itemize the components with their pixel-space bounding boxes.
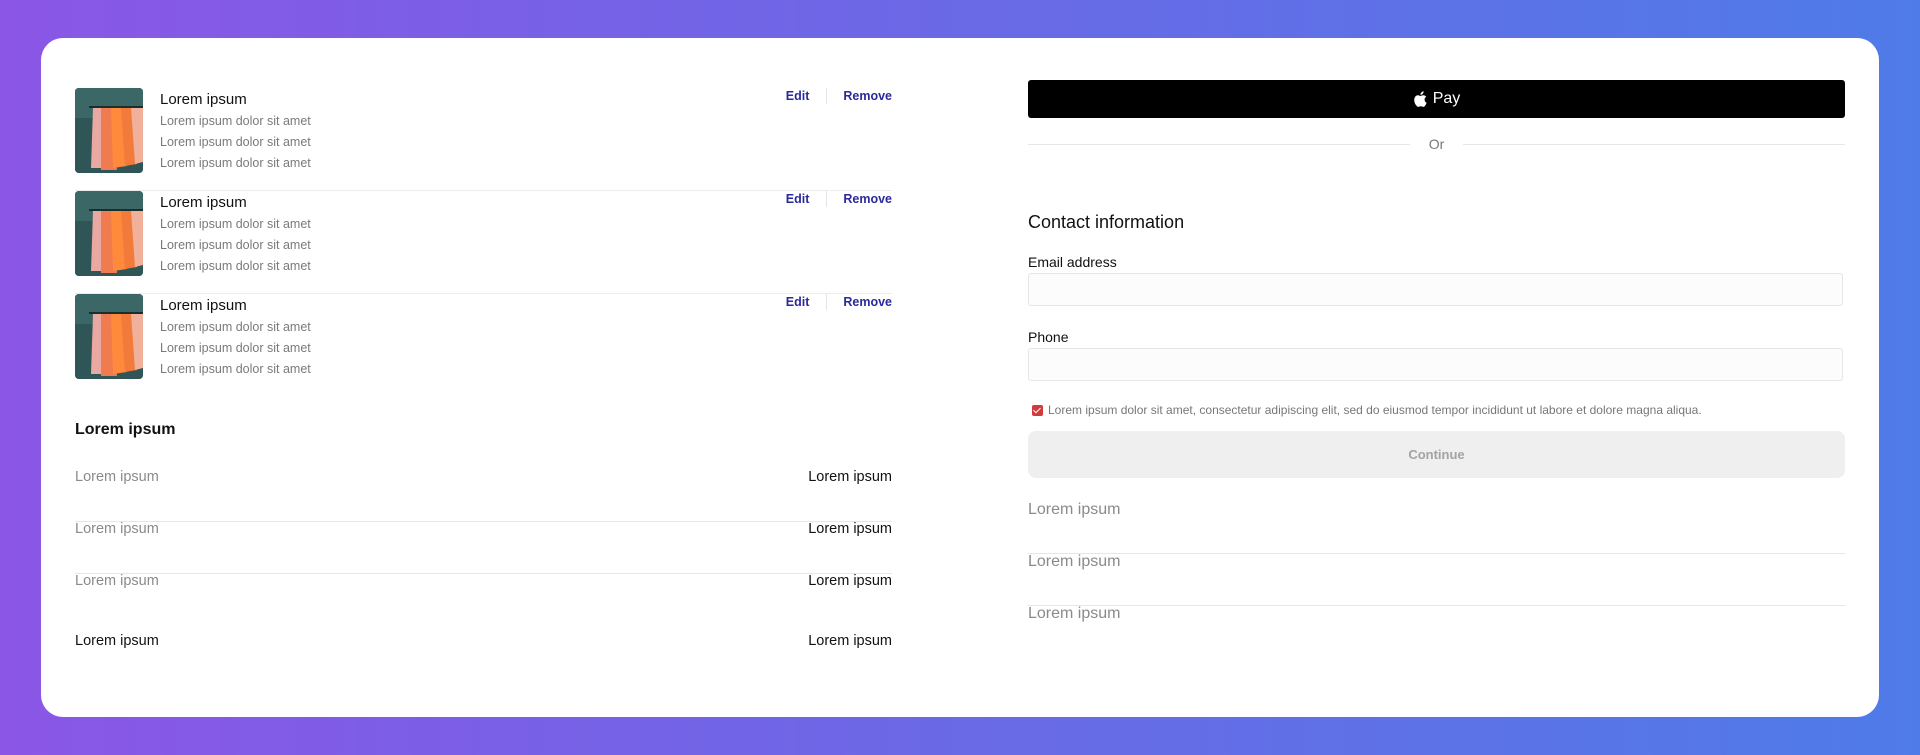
edit-link[interactable]: Edit bbox=[786, 295, 810, 309]
continue-button[interactable]: Continue bbox=[1028, 431, 1845, 478]
checkout-step[interactable]: Lorem ipsum bbox=[1028, 553, 1845, 606]
edit-link[interactable]: Edit bbox=[786, 192, 810, 206]
total-label: Lorem ipsum bbox=[75, 633, 159, 649]
divider bbox=[826, 88, 828, 104]
step-label: Lorem ipsum bbox=[1028, 501, 1121, 518]
summary-row: Lorem ipsum Lorem ipsum bbox=[75, 573, 892, 625]
item-title: Lorem ipsum bbox=[160, 194, 247, 211]
item-title: Lorem ipsum bbox=[160, 91, 247, 108]
summary-label: Lorem ipsum bbox=[75, 573, 159, 589]
item-title: Lorem ipsum bbox=[160, 297, 247, 314]
product-image bbox=[75, 191, 143, 276]
edit-link[interactable]: Edit bbox=[786, 89, 810, 103]
step-label: Lorem ipsum bbox=[1028, 553, 1121, 570]
remove-link[interactable]: Remove bbox=[843, 89, 892, 103]
step-label: Lorem ipsum bbox=[1028, 605, 1121, 622]
summary-value: Lorem ipsum bbox=[808, 521, 892, 537]
summary-title: Lorem ipsum bbox=[75, 421, 176, 438]
summary-row: Lorem ipsum Lorem ipsum bbox=[75, 469, 892, 522]
pay-label: Pay bbox=[1432, 90, 1461, 107]
item-detail: Lorem ipsum dolor sit amet bbox=[160, 259, 311, 273]
item-detail: Lorem ipsum dolor sit amet bbox=[160, 114, 311, 128]
item-detail: Lorem ipsum dolor sit amet bbox=[160, 238, 311, 252]
item-detail: Lorem ipsum dolor sit amet bbox=[160, 320, 311, 334]
continue-label: Continue bbox=[1408, 447, 1465, 462]
item-detail: Lorem ipsum dolor sit amet bbox=[160, 135, 311, 149]
contact-title: Contact information bbox=[1028, 212, 1185, 232]
total-value: Lorem ipsum bbox=[808, 633, 892, 649]
cart-item: Lorem ipsum Lorem ipsum dolor sit amet L… bbox=[75, 294, 892, 396]
summary-value: Lorem ipsum bbox=[808, 469, 892, 485]
product-image bbox=[75, 88, 143, 173]
apple-pay-button[interactable]: Pay bbox=[1028, 80, 1845, 118]
cart-item: Lorem ipsum Lorem ipsum dolor sit amet L… bbox=[75, 88, 892, 191]
product-image bbox=[75, 294, 143, 379]
summary-row: Lorem ipsum Lorem ipsum bbox=[75, 521, 892, 574]
email-field[interactable] bbox=[1028, 273, 1843, 306]
divider bbox=[826, 294, 828, 310]
phone-label: Phone bbox=[1028, 329, 1069, 345]
remove-link[interactable]: Remove bbox=[843, 192, 892, 206]
item-detail: Lorem ipsum dolor sit amet bbox=[160, 156, 311, 170]
checkout-card: Lorem ipsum Lorem ipsum dolor sit amet L… bbox=[41, 38, 1879, 717]
or-label: Or bbox=[1428, 136, 1445, 152]
checkout-step[interactable]: Lorem ipsum bbox=[1028, 501, 1845, 554]
summary-total: Lorem ipsum Lorem ipsum bbox=[75, 633, 892, 685]
cart-list: Lorem ipsum Lorem ipsum dolor sit amet L… bbox=[75, 88, 892, 396]
summary-value: Lorem ipsum bbox=[808, 573, 892, 589]
cart-item: Lorem ipsum Lorem ipsum dolor sit amet L… bbox=[75, 191, 892, 294]
divider bbox=[826, 191, 828, 207]
consent-checkbox[interactable] bbox=[1032, 404, 1043, 416]
summary-label: Lorem ipsum bbox=[75, 521, 159, 537]
apple-icon bbox=[1413, 91, 1427, 107]
summary-label: Lorem ipsum bbox=[75, 469, 159, 485]
item-detail: Lorem ipsum dolor sit amet bbox=[160, 341, 311, 355]
item-detail: Lorem ipsum dolor sit amet bbox=[160, 217, 311, 231]
checkout-step[interactable]: Lorem ipsum bbox=[1028, 605, 1845, 657]
or-divider: Or bbox=[1028, 134, 1845, 154]
item-detail: Lorem ipsum dolor sit amet bbox=[160, 362, 311, 376]
consent-text: Lorem ipsum dolor sit amet, consectetur … bbox=[1048, 403, 1702, 417]
remove-link[interactable]: Remove bbox=[843, 295, 892, 309]
email-label: Email address bbox=[1028, 254, 1117, 270]
consent-row: Lorem ipsum dolor sit amet, consectetur … bbox=[1032, 403, 1702, 417]
phone-field[interactable] bbox=[1028, 348, 1843, 381]
